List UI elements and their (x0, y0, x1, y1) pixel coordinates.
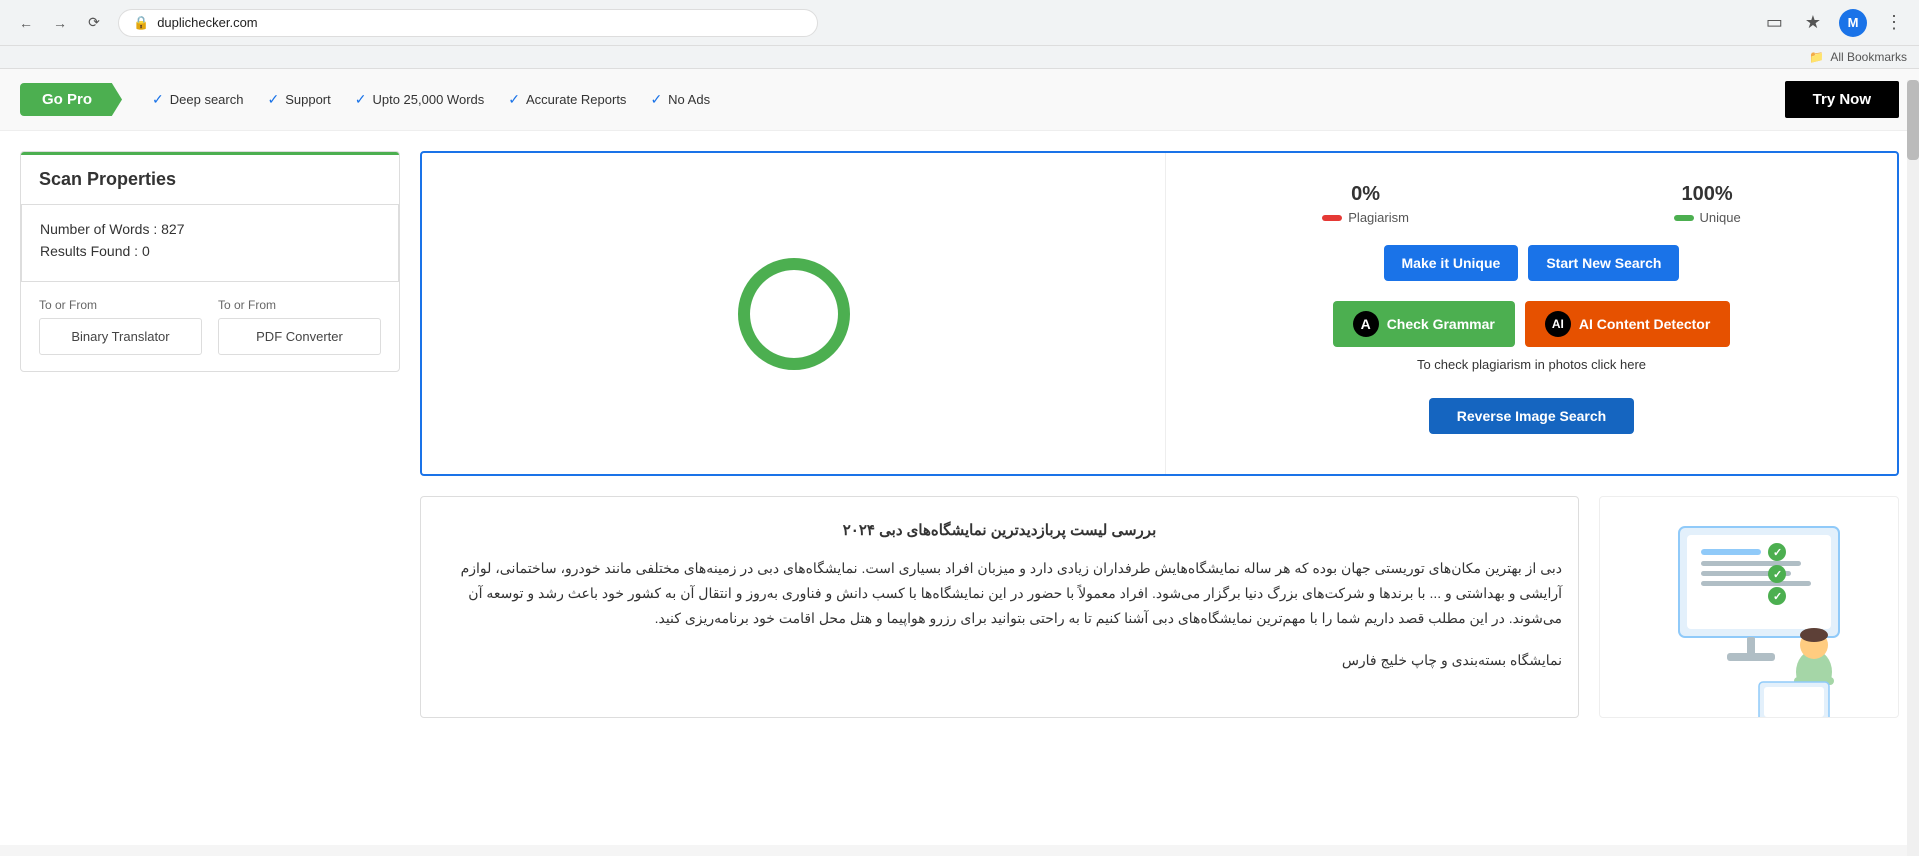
feature-label-1: Deep search (170, 92, 244, 107)
photo-plagiarism-text: To check plagiarism in photos click here (1190, 357, 1873, 372)
bookmark-star-icon[interactable]: ★ (1801, 8, 1825, 37)
scan-properties-title: Scan Properties (21, 152, 399, 204)
plagiarism-percent: 0% (1322, 183, 1409, 206)
feature-label-5: No Ads (668, 92, 710, 107)
start-new-search-button[interactable]: Start New Search (1528, 245, 1679, 281)
stats-area: 0% Plagiarism 100% Unique (1166, 153, 1897, 474)
bookmarks-bar: 📁 All Bookmarks (0, 46, 1919, 69)
feature-words: ✓ Upto 25,000 Words (355, 91, 485, 108)
menu-icon[interactable]: ⋮ (1881, 8, 1907, 37)
vertical-scrollbar[interactable] (1907, 80, 1919, 856)
bookmarks-label: All Bookmarks (1830, 50, 1907, 64)
right-illustration: ✓ ✓ ✓ (1599, 496, 1899, 718)
feature-no-ads: ✓ No Ads (650, 91, 710, 108)
text-title: بررسی لیست پربازدیدترین نمایشگاه‌های دبی… (437, 517, 1562, 544)
top-banner: Go Pro ✓ Deep search ✓ Support ✓ Upto 25… (0, 69, 1919, 131)
scrollbar-thumb (1907, 80, 1919, 160)
main-layout: Scan Properties Number of Words : 827 Re… (0, 131, 1919, 738)
donut-area (422, 153, 1166, 474)
unique-label-row: Unique (1674, 210, 1741, 225)
donut-svg (729, 249, 859, 379)
url-input[interactable] (157, 15, 803, 30)
bookmarks-folder-icon: 📁 (1809, 50, 1824, 64)
svg-text:✓: ✓ (1773, 569, 1782, 581)
pdf-converter-button[interactable]: PDF Converter (218, 318, 381, 355)
results-label: Results Found (40, 243, 130, 259)
words-value: 827 (161, 221, 184, 237)
banner-features: ✓ Deep search ✓ Support ✓ Upto 25,000 Wo… (152, 91, 710, 108)
svg-text:✓: ✓ (1773, 591, 1782, 603)
browser-actions: ▭ ★ M ⋮ (1762, 8, 1907, 37)
page-content: Go Pro ✓ Deep search ✓ Support ✓ Upto 25… (0, 69, 1919, 845)
plagiarism-row: 0% Plagiarism 100% Unique (1190, 183, 1873, 225)
check-icon-5: ✓ (650, 91, 662, 108)
feature-label-3: Upto 25,000 Words (372, 92, 484, 107)
browser-toolbar: ← → ⟳ 🔒 ▭ ★ M ⋮ (0, 0, 1919, 46)
reverse-image-search-button[interactable]: Reverse Image Search (1429, 398, 1634, 434)
illustration-svg: ✓ ✓ ✓ (1619, 497, 1879, 717)
ai-label: AI Content Detector (1579, 316, 1710, 332)
feature-reports: ✓ Accurate Reports (508, 91, 626, 108)
results-row: Results Found : 0 (40, 243, 380, 259)
feature-support: ✓ Support (267, 91, 330, 108)
results-top: 0% Plagiarism 100% Unique (422, 153, 1897, 474)
make-unique-button[interactable]: Make it Unique (1384, 245, 1519, 281)
tool-section-1: To or From Binary Translator (39, 298, 202, 355)
grammar-icon: A (1353, 311, 1379, 337)
text-content-area: بررسی لیست پربازدیدترین نمایشگاه‌های دبی… (420, 496, 1899, 718)
words-label: Number of Words (40, 221, 149, 237)
nav-buttons: ← → ⟳ (12, 9, 108, 37)
reload-button[interactable]: ⟳ (80, 9, 108, 37)
action-buttons-row: Make it Unique Start New Search (1190, 245, 1873, 281)
grammar-label: Check Grammar (1387, 316, 1495, 332)
check-grammar-button[interactable]: A Check Grammar (1333, 301, 1515, 347)
check-icon-1: ✓ (152, 91, 164, 108)
forward-button[interactable]: → (46, 9, 74, 37)
unique-label: Unique (1700, 210, 1741, 225)
plagiarism-dot (1322, 215, 1342, 221)
grammar-ai-row: A Check Grammar AI AI Content Detector (1190, 301, 1873, 347)
tool-label-2: To or From (218, 298, 381, 312)
feature-label-2: Support (285, 92, 331, 107)
plagiarism-stat: 0% Plagiarism (1322, 183, 1409, 225)
ai-detector-button[interactable]: AI AI Content Detector (1525, 301, 1730, 347)
scan-properties-card: Scan Properties Number of Words : 827 Re… (20, 151, 400, 372)
unique-stat: 100% Unique (1674, 183, 1741, 225)
back-button[interactable]: ← (12, 9, 40, 37)
left-panel: Scan Properties Number of Words : 827 Re… (20, 151, 400, 718)
text-content: بررسی لیست پربازدیدترین نمایشگاه‌های دبی… (437, 517, 1562, 673)
text-box-container: بررسی لیست پربازدیدترین نمایشگاه‌های دبی… (420, 496, 1579, 718)
profile-avatar[interactable]: M (1839, 9, 1867, 37)
binary-translator-button[interactable]: Binary Translator (39, 318, 202, 355)
go-pro-button[interactable]: Go Pro (20, 83, 122, 116)
ai-icon: AI (1545, 311, 1571, 337)
check-icon-2: ✓ (267, 91, 279, 108)
unique-percent: 100% (1674, 183, 1741, 206)
text-scroll-inner[interactable]: بررسی لیست پربازدیدترین نمایشگاه‌های دبی… (421, 497, 1578, 709)
words-count-row: Number of Words : 827 (40, 221, 380, 237)
plagiarism-label: Plagiarism (1348, 210, 1409, 225)
browser-frame: ← → ⟳ 🔒 ▭ ★ M ⋮ 📁 All Bookmarks (0, 0, 1919, 69)
tool-section-2: To or From PDF Converter (218, 298, 381, 355)
svg-text:✓: ✓ (1773, 547, 1782, 559)
text-subtitle: نمایشگاه بسته‌بندی و چاپ خلیج فارس (437, 648, 1562, 673)
feature-label-4: Accurate Reports (526, 92, 626, 107)
try-now-button[interactable]: Try Now (1785, 81, 1899, 118)
plagiarism-label-row: Plagiarism (1322, 210, 1409, 225)
scan-stats: Number of Words : 827 Results Found : 0 (21, 204, 399, 282)
center-panel: 0% Plagiarism 100% Unique (420, 151, 1899, 718)
donut-chart (729, 249, 859, 379)
results-value: 0 (142, 243, 150, 259)
results-card: 0% Plagiarism 100% Unique (420, 151, 1899, 476)
screen-cast-icon[interactable]: ▭ (1762, 8, 1787, 37)
check-icon-3: ✓ (355, 91, 367, 108)
address-bar[interactable]: 🔒 (118, 9, 818, 37)
lock-icon: 🔒 (133, 15, 149, 31)
tool-label-1: To or From (39, 298, 202, 312)
tools-row: To or From Binary Translator To or From … (21, 282, 399, 371)
feature-deep-search: ✓ Deep search (152, 91, 243, 108)
check-icon-4: ✓ (508, 91, 520, 108)
unique-dot (1674, 215, 1694, 221)
text-para1: دبی از بهترین مکان‌های توریستی جهان بوده… (437, 556, 1562, 632)
